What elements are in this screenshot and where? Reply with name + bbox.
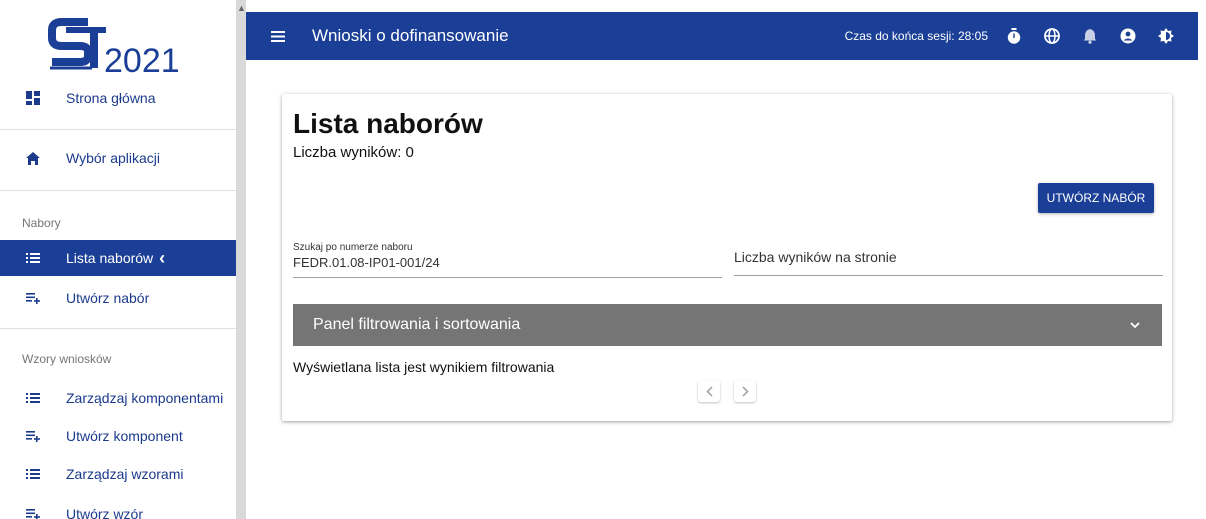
sidebar-item-label: Lista naborów	[66, 250, 154, 266]
sidebar-item-label: Strona główna	[66, 90, 156, 106]
contrast-icon[interactable]	[1156, 26, 1176, 46]
menu-button[interactable]	[268, 26, 288, 46]
filter-panel-title: Panel filtrowania i sortowania	[313, 316, 521, 333]
sidebar-item-label: Zarządzaj komponentami	[66, 390, 224, 406]
globe-icon[interactable]	[1042, 26, 1062, 46]
list-icon	[22, 389, 44, 407]
chevron-right-icon	[741, 385, 749, 397]
results-per-page-select[interactable]: Liczba wyników na stronie	[734, 242, 1163, 276]
filter-sort-panel-header[interactable]: Panel filtrowania i sortowania	[293, 304, 1162, 346]
sidebar-item-home-page[interactable]: Strona główna	[0, 86, 236, 110]
list-icon	[22, 249, 44, 267]
bell-icon[interactable]	[1080, 26, 1100, 46]
menu-icon	[271, 30, 285, 42]
sidebar-item-label: Utwórz wzór	[66, 506, 144, 519]
sidebar-item-app-select[interactable]: Wybór aplikacji	[0, 146, 236, 170]
next-page-button[interactable]	[734, 380, 756, 402]
search-input[interactable]	[293, 255, 722, 270]
sidebar-divider	[0, 129, 236, 130]
chevron-left-icon	[705, 385, 713, 397]
playlist-add-icon	[22, 505, 44, 519]
create-recruitment-button[interactable]: UTWÓRZ NABÓR	[1038, 183, 1154, 213]
top-bar-actions: Czas do końca sesji: 28:05	[845, 26, 1176, 46]
section-label-nabory: Nabory	[22, 216, 61, 230]
dashboard-icon	[22, 89, 44, 107]
playlist-add-icon	[22, 289, 44, 307]
sidebar-item-create-template[interactable]: Utwórz wzór	[0, 502, 236, 519]
app-root: 2021 Strona główna Wybór aplikacji Nabor…	[0, 0, 1206, 519]
list-icon	[22, 465, 44, 483]
search-field-label: Szukaj po numerze naboru	[293, 242, 413, 253]
sidebar-divider	[0, 328, 236, 329]
account-icon[interactable]	[1118, 26, 1138, 46]
top-spacer	[246, 0, 1206, 12]
scroll-up-icon[interactable]: ▲	[237, 4, 246, 13]
top-bar: Wnioski o dofinansowanie Czas do końca s…	[246, 12, 1198, 60]
sidebar-item-manage-components[interactable]: Zarządzaj komponentami	[0, 386, 236, 410]
results-per-page-label: Liczba wyników na stronie	[734, 249, 897, 265]
prev-page-button[interactable]	[698, 380, 720, 402]
sidebar-item-utworz-nabor[interactable]: Utwórz nabór	[0, 286, 236, 310]
sidebar-item-label: Wybór aplikacji	[66, 150, 161, 166]
session-timer-text: Czas do końca sesji: 28:05	[844, 29, 988, 43]
results-count: Liczba wyników: 0	[293, 144, 414, 161]
home-icon	[22, 149, 44, 167]
app-title: Wnioski o dofinansowanie	[312, 26, 509, 45]
section-label-wzory: Wzory wniosków	[22, 352, 112, 366]
sidebar: 2021 Strona główna Wybór aplikacji Nabor…	[0, 0, 236, 519]
pagination	[698, 380, 770, 402]
logo: 2021	[46, 12, 196, 80]
chevron-down-icon	[1128, 318, 1142, 332]
sidebar-item-label: Utwórz komponent	[66, 428, 183, 444]
timer-icon[interactable]	[1004, 26, 1024, 46]
logo-year: 2021	[104, 42, 180, 78]
recruitment-list-card: Lista naborów Liczba wyników: 0 UTWÓRZ N…	[282, 94, 1172, 421]
chevron-left-icon: ‹	[159, 247, 166, 268]
search-field: Szukaj po numerze naboru	[293, 242, 722, 278]
sidebar-item-label: Zarządzaj wzorami	[66, 466, 184, 482]
sidebar-item-lista-naborow[interactable]: Lista naborów ‹	[0, 240, 236, 276]
sidebar-divider	[0, 190, 236, 191]
page-title: Lista naborów	[293, 108, 483, 139]
sidebar-item-manage-templates[interactable]: Zarządzaj wzorami	[0, 462, 236, 486]
filter-note: Wyświetlana lista jest wynikiem filtrowa…	[293, 359, 555, 375]
logo-graphic: 2021	[48, 18, 180, 80]
sidebar-scrollbar[interactable]: ▲	[236, 0, 246, 519]
sidebar-item-create-component[interactable]: Utwórz komponent	[0, 424, 236, 448]
sidebar-item-label: Utwórz nabór	[66, 290, 150, 306]
playlist-add-icon	[22, 427, 44, 445]
